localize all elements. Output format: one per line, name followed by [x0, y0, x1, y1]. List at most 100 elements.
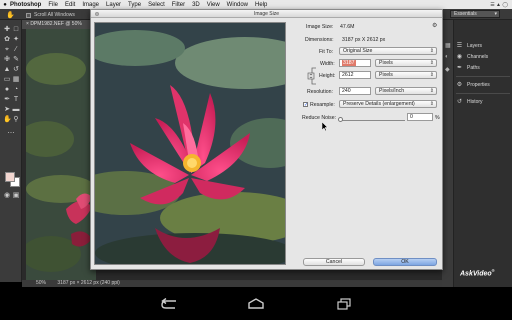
hand-tool-panel-icon[interactable]: ✋	[3, 116, 12, 124]
type-tool-icon[interactable]: T	[12, 96, 20, 104]
document-tab[interactable]: × DPM1982.NEF @ 50%	[22, 20, 92, 29]
dimensions-value: 3187 px X 2612 px	[342, 37, 386, 43]
dodge-tool-icon[interactable]: ◔	[12, 86, 20, 94]
layers-icon: ☰	[456, 43, 463, 49]
back-icon[interactable]	[160, 298, 180, 310]
height-value: 2612	[342, 72, 354, 78]
menu-window[interactable]: Window	[227, 2, 248, 8]
eraser-tool-icon[interactable]: ▭	[3, 76, 11, 84]
resolution-input[interactable]: 240	[339, 87, 371, 95]
collapsed-panel-strip: ▦ ◐ ◆	[442, 20, 454, 287]
adjustments-icon[interactable]: ◐	[445, 54, 449, 60]
resolution-label: Resolution:	[307, 89, 333, 95]
fit-to-label: Fit To:	[319, 49, 334, 55]
blur-tool-icon[interactable]: ●	[3, 86, 11, 94]
panel-divider	[456, 93, 510, 94]
width-value: 3187	[342, 60, 356, 66]
foreground-color-swatch[interactable]	[5, 172, 15, 182]
menu-file[interactable]: File	[48, 2, 58, 8]
panel-divider	[456, 76, 510, 77]
reduce-noise-slider-thumb[interactable]	[338, 117, 343, 122]
chevron-updown-icon: ⇕	[429, 72, 434, 78]
scroll-all-windows-option[interactable]: Scroll All Windows	[26, 12, 75, 18]
dialog-titlebar[interactable]: Image Size	[91, 10, 442, 18]
status-zoom[interactable]: 50%	[36, 280, 46, 286]
zoom-tool-icon[interactable]: ⚲	[12, 116, 20, 124]
gradient-tool-icon[interactable]: ▦	[12, 76, 20, 84]
apple-menu-icon[interactable]: ●	[0, 2, 10, 8]
image-preview[interactable]	[94, 22, 286, 265]
width-input[interactable]: 3187	[339, 59, 371, 67]
dialog-close-icon[interactable]	[95, 12, 99, 16]
height-input[interactable]: 2612	[339, 71, 371, 79]
reduce-noise-slider-track[interactable]	[340, 120, 405, 121]
panel-channels[interactable]: ◉ Channels	[456, 54, 488, 60]
resample-checkbox[interactable]: ✓	[303, 102, 308, 108]
menu-filter[interactable]: Filter	[172, 2, 185, 8]
reduce-noise-value: 0	[410, 114, 413, 120]
image-size-value: 47.6M	[340, 24, 355, 30]
marquee-tool-icon[interactable]: □	[12, 26, 20, 34]
resample-label: Resample:	[310, 102, 335, 108]
dialog-title: Image Size	[253, 11, 279, 17]
fit-to-select[interactable]: Original Size ⇕	[339, 47, 437, 55]
quick-select-tool-icon[interactable]: ✦	[12, 36, 20, 44]
move-tool-icon[interactable]: ✚	[3, 26, 11, 34]
resample-method-select[interactable]: Preserve Details (enlargement) ⇕	[339, 100, 437, 108]
menu-select[interactable]: Select	[148, 2, 165, 8]
shape-tool-icon[interactable]: ▬	[12, 106, 20, 114]
resolution-value: 240	[342, 88, 351, 94]
eyedropper-tool-icon[interactable]: ⁄	[12, 46, 20, 54]
lasso-tool-icon[interactable]: ✿	[3, 36, 11, 44]
menu-view[interactable]: View	[207, 2, 220, 8]
right-panel-dock: ▦ ◐ ◆ ☰ Layers ◉ Channels ✒ Paths ⚙ Prop…	[442, 20, 512, 287]
brand-trademark: ®	[491, 268, 495, 273]
ok-button[interactable]: OK	[373, 258, 437, 266]
styles-icon[interactable]: ◆	[445, 66, 450, 73]
menu-layer[interactable]: Layer	[106, 2, 121, 8]
panel-properties[interactable]: ⚙ Properties	[456, 82, 490, 88]
brush-tool-icon[interactable]: ✎	[12, 56, 20, 64]
panel-layers[interactable]: ☰ Layers	[456, 43, 482, 49]
more-tools-icon[interactable]: ⋯	[7, 130, 15, 138]
menubar-status-icons: ☰ ▲ ◯	[490, 1, 508, 8]
recent-apps-icon[interactable]	[334, 298, 354, 310]
home-icon[interactable]	[246, 298, 266, 310]
scroll-all-windows-checkbox[interactable]	[26, 12, 31, 18]
menu-3d[interactable]: 3D	[192, 2, 200, 8]
cancel-button[interactable]: Cancel	[303, 258, 365, 266]
panel-history[interactable]: ↺ History	[456, 99, 483, 105]
hand-tool-icon[interactable]: ✋	[6, 11, 15, 19]
path-selection-tool-icon[interactable]: ➤	[3, 106, 11, 114]
history-brush-tool-icon[interactable]: ↺	[12, 66, 20, 74]
menu-image[interactable]: Image	[82, 2, 99, 8]
workspace-switcher[interactable]: Essentials ▾	[450, 10, 500, 18]
panel-paths[interactable]: ✒ Paths	[456, 65, 480, 71]
healing-brush-tool-icon[interactable]: ✙	[3, 56, 11, 64]
properties-icon: ⚙	[456, 82, 463, 88]
menu-help[interactable]: Help	[255, 2, 267, 8]
crop-tool-icon[interactable]: ⌖	[3, 46, 11, 54]
pen-tool-icon[interactable]: ✒	[3, 96, 11, 104]
constrain-proportions-link-icon[interactable]	[307, 65, 317, 87]
resolution-unit-select[interactable]: Pixels/Inch ⇕	[375, 87, 437, 95]
height-label: Height:	[319, 73, 336, 79]
menu-type[interactable]: Type	[128, 2, 141, 8]
panel-layers-label: Layers	[467, 43, 483, 49]
gear-icon[interactable]: ⚙	[432, 22, 437, 29]
swatches-icon[interactable]: ▦	[445, 42, 451, 49]
app-menu[interactable]: Photoshop	[10, 2, 41, 8]
height-unit-select[interactable]: Pixels ⇕	[375, 71, 437, 79]
screen-mode-icon[interactable]: ▣	[12, 192, 20, 200]
reduce-noise-input[interactable]: 0	[407, 113, 433, 121]
quick-mask-icon[interactable]: ◉	[3, 192, 11, 200]
resolution-unit-value: Pixels/Inch	[379, 88, 405, 94]
chevron-updown-icon: ⇕	[429, 88, 434, 94]
workspace-label: Essentials	[454, 11, 477, 17]
width-unit-select[interactable]: Pixels ⇕	[375, 59, 437, 67]
dimensions-label: Dimensions:	[305, 37, 334, 43]
menu-edit[interactable]: Edit	[65, 2, 75, 8]
clone-stamp-tool-icon[interactable]: ▲	[3, 66, 11, 74]
panel-channels-label: Channels	[467, 54, 489, 60]
mouse-pointer-icon	[322, 122, 328, 131]
